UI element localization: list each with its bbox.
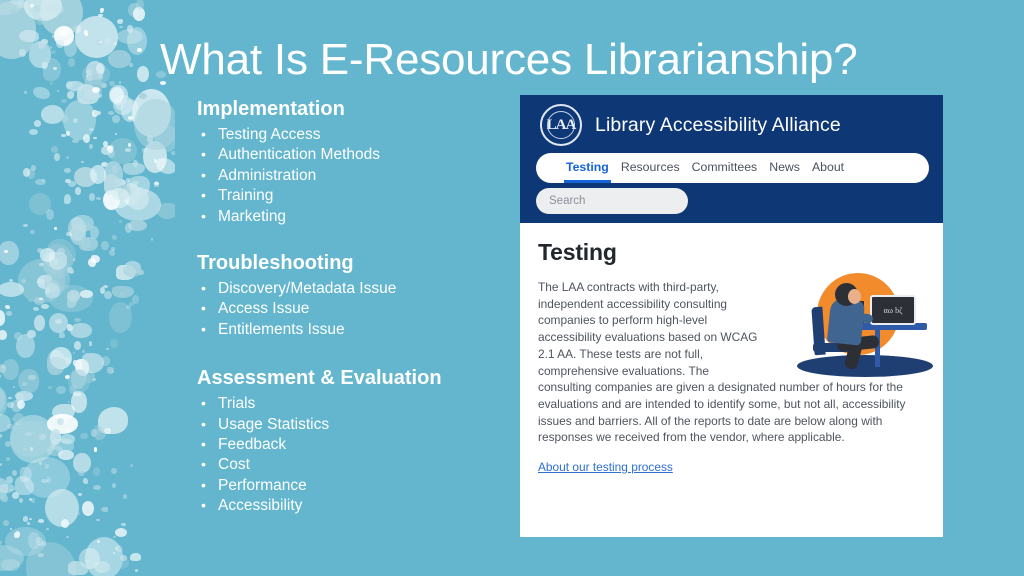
- nav-item-committees[interactable]: Committees: [692, 160, 758, 176]
- slide-canvas: What Is E-Resources Librarianship? Imple…: [0, 0, 1024, 576]
- list-item: Marketing: [197, 206, 517, 227]
- list-item: Discovery/Metadata Issue: [197, 278, 517, 299]
- section-troubleshooting: Troubleshooting Discovery/Metadata Issue…: [197, 250, 517, 340]
- nav-item-resources[interactable]: Resources: [621, 160, 680, 176]
- person-at-desk-illustration: αω bζ: [791, 271, 939, 381]
- seal-glyph: LAA: [546, 116, 577, 133]
- section-assessment-evaluation: Assessment & Evaluation Trials Usage Sta…: [197, 365, 517, 516]
- content-paragraph-bottom: consulting companies are given a designa…: [538, 380, 906, 445]
- site-brand[interactable]: LAA Library Accessibility Alliance: [540, 104, 841, 146]
- section-heading-assessment: Assessment & Evaluation: [197, 367, 442, 390]
- list-item: Administration: [197, 165, 517, 186]
- illustration-face: [848, 289, 861, 304]
- search-bar: [536, 188, 688, 214]
- list-item: Entitlements Issue: [197, 319, 517, 340]
- list-item: Authentication Methods: [197, 144, 517, 165]
- illustration-screen-text: αω bζ: [883, 305, 903, 315]
- illustration-ground-shadow: [797, 355, 933, 377]
- nav-item-about[interactable]: About: [812, 160, 844, 176]
- site-content: Testing αω bζ The LAA contracts with thi…: [520, 223, 943, 537]
- list-item: Trials: [197, 393, 517, 414]
- search-input[interactable]: [536, 188, 688, 214]
- bullet-list-troubleshooting: Discovery/Metadata Issue Access Issue En…: [197, 278, 517, 340]
- list-item: Cost: [197, 454, 517, 475]
- list-item: Feedback: [197, 434, 517, 455]
- illustration-monitor: αω bζ: [870, 295, 916, 325]
- bullet-list-implementation: Testing Access Authentication Methods Ad…: [197, 124, 517, 227]
- list-item: Performance: [197, 475, 517, 496]
- watercolor-splatter-decoration: [0, 0, 175, 576]
- section-heading-troubleshooting: Troubleshooting: [197, 252, 354, 275]
- illustration-desk-leg: [875, 329, 880, 367]
- content-heading: Testing: [538, 239, 617, 265]
- library-seal-logo-icon: LAA: [540, 104, 582, 146]
- site-brand-name: Library Accessibility Alliance: [595, 113, 841, 136]
- website-screenshot: LAA Library Accessibility Alliance Testi…: [520, 95, 943, 537]
- page-title: What Is E-Resources Librarianship?: [160, 35, 858, 84]
- list-item: Access Issue: [197, 298, 517, 319]
- list-item: Accessibility: [197, 495, 517, 516]
- list-item: Training: [197, 185, 517, 206]
- section-implementation: Implementation Testing Access Authentica…: [197, 96, 517, 227]
- site-header: LAA Library Accessibility Alliance Testi…: [520, 95, 943, 223]
- nav-item-testing[interactable]: Testing: [564, 160, 611, 183]
- nav-item-news[interactable]: News: [769, 160, 800, 176]
- list-item: Testing Access: [197, 124, 517, 145]
- about-testing-process-link[interactable]: About our testing process: [538, 460, 673, 474]
- bullet-list-assessment: Trials Usage Statistics Feedback Cost Pe…: [197, 393, 517, 516]
- site-navigation: Testing Resources Committees News About: [536, 153, 929, 183]
- content-outline: Implementation Testing Access Authentica…: [197, 96, 517, 535]
- section-heading-implementation: Implementation: [197, 98, 345, 120]
- list-item: Usage Statistics: [197, 414, 517, 435]
- content-paragraph-top: The LAA contracts with third-party, inde…: [538, 280, 758, 378]
